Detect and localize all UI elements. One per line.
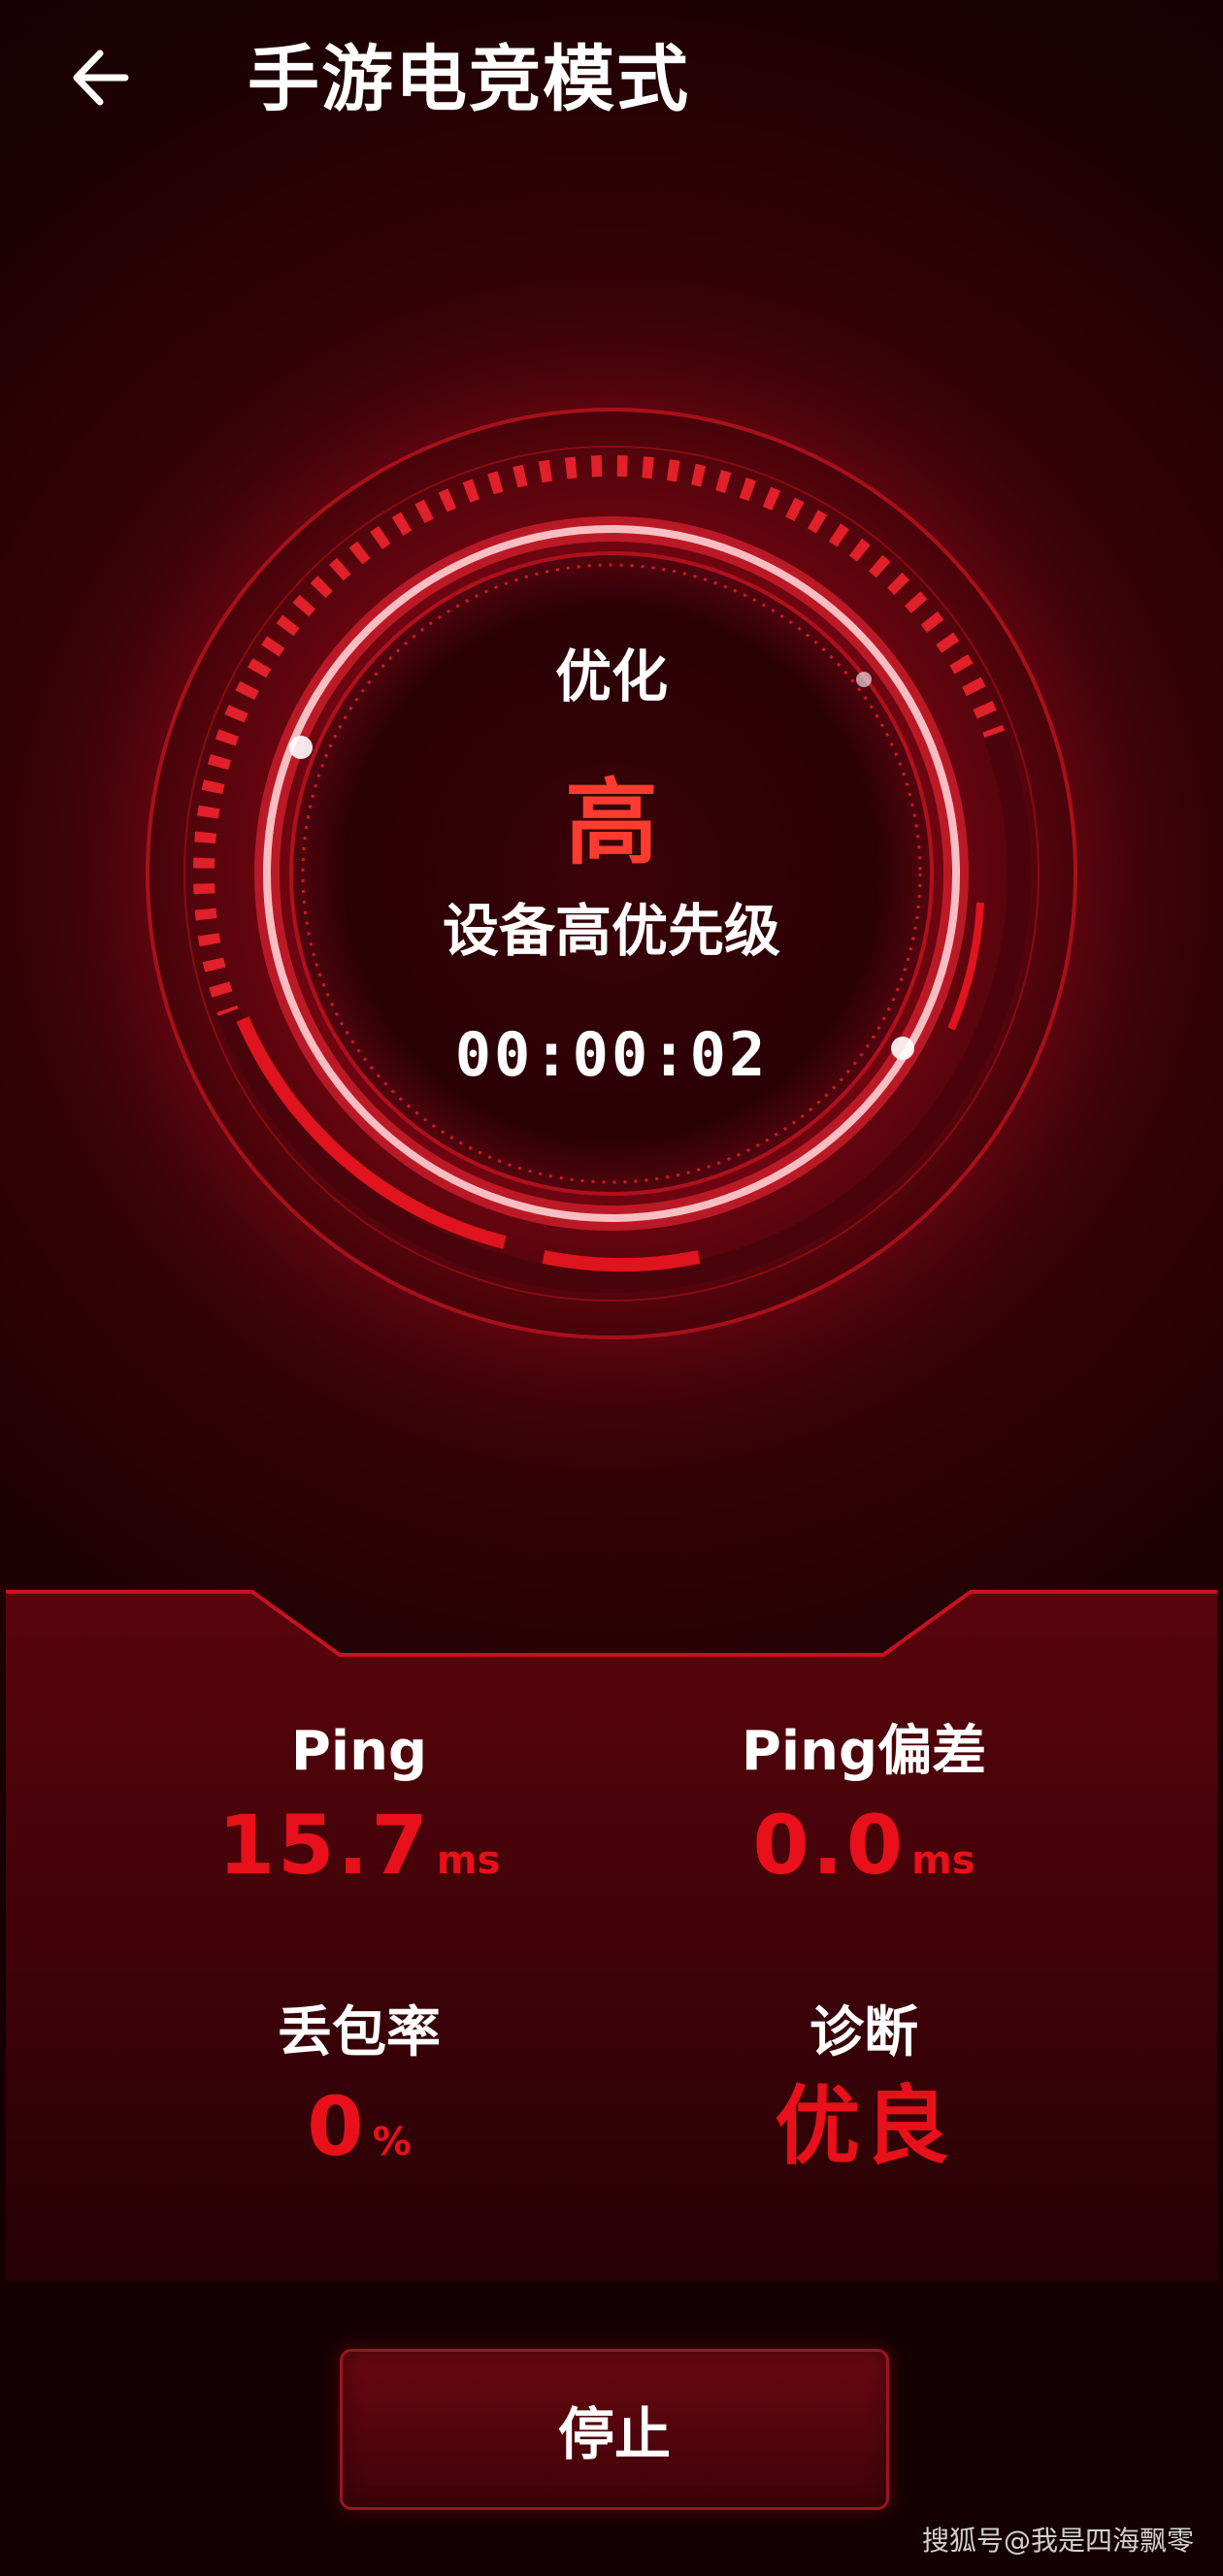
ping-deviation-stat: Ping偏差 0.0 ms [612, 1718, 1116, 1912]
packet-loss-value: 0% [307, 2079, 412, 2174]
stats-panel: Ping 15.7 ms Ping偏差 0.0 ms 丢包率 0% 诊断 优良 [0, 1582, 1223, 2281]
device-priority-label: 设备高优先级 [442, 898, 780, 964]
diagnosis-value: 优良 [774, 2076, 953, 2176]
packet-loss-label: 丢包率 [278, 2001, 441, 2064]
diagnosis-label: 诊断 [810, 2001, 918, 2064]
optimization-level: 高 [565, 769, 658, 877]
packet-loss-stat: 丢包率 0% [107, 1999, 612, 2194]
elapsed-timer: 00:00:02 [454, 1019, 769, 1090]
ping-deviation-label: Ping偏差 [741, 1720, 987, 1783]
watermark: 搜狐号@我是四海飘零 [921, 2525, 1194, 2557]
stop-button[interactable]: 停止 [340, 2349, 889, 2510]
game-mode-screen: 手游电竞模式 优化 高 设备高优先级 00:00:02 Ping 15.7 ms… [0, 0, 1223, 2576]
optimization-label: 优化 [554, 644, 668, 710]
optimization-dial: 优化 高 设备高优先级 00:00:02 [0, 223, 1223, 1582]
diagnosis-stat: 诊断 优良 [612, 1999, 1116, 2195]
ping-stat: Ping 15.7 ms [107, 1718, 612, 1912]
back-arrow-icon [73, 50, 129, 106]
ping-value: 15.7 ms [217, 1798, 501, 1893]
header: 手游电竞模式 [0, 0, 1223, 165]
ping-deviation-value: 0.0 ms [752, 1798, 975, 1893]
ping-label: Ping [290, 1720, 428, 1783]
page-title: 手游电竞模式 [248, 38, 690, 121]
back-button[interactable] [50, 29, 148, 126]
